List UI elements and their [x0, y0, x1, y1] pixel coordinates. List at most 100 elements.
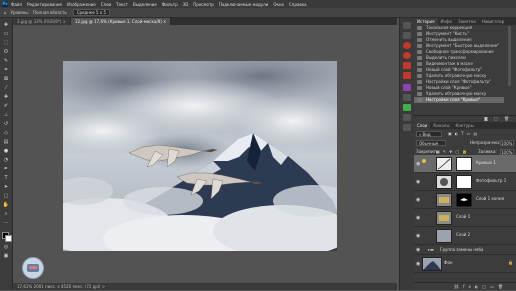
layer-name: Фон	[444, 260, 453, 265]
screen-mode-icon[interactable]: ▣	[2, 253, 10, 259]
visibility-eye-icon[interactable]: ◉	[416, 261, 420, 267]
layer-filter-select[interactable]: ⌕ Вид	[416, 131, 442, 137]
menu-layers[interactable]: Слои	[101, 2, 111, 7]
pen-tool-icon[interactable]: ✒	[2, 166, 10, 172]
tab-layers[interactable]: Слои	[414, 122, 431, 129]
clone-stamp-tool-icon[interactable]: ⊥	[2, 112, 10, 118]
layer-mask-thumbnail[interactable]	[456, 157, 472, 171]
menu-select[interactable]: Выделение	[133, 2, 157, 7]
move-tool-icon[interactable]: ✥	[2, 22, 10, 28]
menu-view[interactable]: Просмотр	[193, 2, 214, 7]
menu-file[interactable]: Файл	[11, 2, 22, 7]
layer-thumbnail	[422, 257, 442, 271]
menu-filter[interactable]: Фильтр	[162, 2, 178, 7]
hand-tool-icon[interactable]: ✋	[2, 202, 10, 208]
type-tool-icon[interactable]: T	[2, 175, 10, 181]
brush-panel-icon[interactable]	[403, 124, 411, 131]
frame-tool-icon[interactable]: ⊠	[2, 76, 10, 82]
history-panel-icon[interactable]	[403, 22, 411, 29]
lasso-tool-icon[interactable]: ʘ	[2, 49, 10, 55]
menu-image[interactable]: Изображение	[67, 2, 96, 7]
brush-tool-icon[interactable]: ✐	[2, 103, 10, 109]
menu-window[interactable]: Окно	[273, 2, 284, 7]
menu-help[interactable]: Справка	[289, 2, 307, 7]
record-icon[interactable]	[403, 42, 411, 49]
dodge-tool-icon[interactable]: ◔	[2, 157, 10, 163]
properties-panel-icon[interactable]	[403, 104, 411, 111]
artboard-tool-icon[interactable]: ▭	[2, 31, 10, 37]
trash-icon[interactable]: 🗑	[504, 116, 509, 121]
layer-filter-icons[interactable]: ▣◐T▭▤	[448, 131, 480, 136]
layer-row-layer1-copy[interactable]: ◉ Слой 1 копия	[414, 191, 516, 209]
info-panel-icon[interactable]	[403, 32, 411, 39]
menu-type[interactable]: Текст	[116, 2, 128, 7]
plugin-icon[interactable]	[403, 62, 411, 69]
menu-plugins[interactable]: Подключаемые модули	[219, 2, 269, 7]
layer-row-curves[interactable]: ◉ Кривые 1	[414, 155, 516, 173]
visibility-eye-icon[interactable]: ◉	[416, 197, 420, 203]
new-document-icon[interactable]: ▢	[494, 116, 498, 121]
visibility-eye-icon[interactable]: ◉	[416, 161, 420, 167]
layers-footer-icons[interactable]: ⛓fx◐▢▭🗑	[414, 282, 516, 290]
path-select-tool-icon[interactable]: ➤	[2, 184, 10, 190]
blend-mode-select[interactable]: Обычные	[416, 140, 446, 146]
tab-history[interactable]: История	[414, 18, 438, 25]
tool-preset-icon[interactable]: ⌂	[4, 10, 7, 15]
zoom-tool-icon[interactable]: ⌕	[2, 211, 10, 217]
layer-row-layer2[interactable]: ◉ Слой 2	[414, 227, 516, 245]
tab-navigator[interactable]: Навигатор	[479, 18, 507, 25]
tab-notes[interactable]: Заметки	[455, 18, 479, 25]
canvas-area[interactable]	[13, 25, 397, 283]
crop-tool-icon[interactable]: ⌗	[2, 67, 10, 73]
folder-icon: ▸▬	[428, 247, 434, 252]
visibility-eye-icon[interactable]: ◉	[416, 179, 420, 185]
layer-row-photofilter[interactable]: ◉ Фотофильтр 1	[414, 173, 516, 191]
record-icon[interactable]	[403, 52, 411, 59]
more-tools-icon[interactable]: ···	[2, 220, 10, 226]
layer-mask-thumbnail[interactable]	[456, 193, 472, 207]
visibility-eye-icon[interactable]: ◉	[416, 233, 420, 239]
history-state-icon	[417, 50, 422, 54]
history-scrollbar[interactable]	[508, 26, 511, 86]
plugin-icon[interactable]	[403, 72, 411, 79]
layer-thumbnail	[436, 193, 452, 207]
layer-mask-thumbnail[interactable]	[456, 175, 472, 189]
layer-row-background[interactable]: ◉ Фон 🔒	[414, 255, 516, 273]
options-bar: ⌂ Уровень: Полная область Среднее 5 x 5	[0, 8, 516, 18]
swatches-panel-icon[interactable]	[403, 94, 411, 101]
snapshot-icon[interactable]: ◙	[484, 116, 488, 121]
tab-document-12[interactable]: 12.jpg @ 17,6% (Кривые 1, Слой-маска/8) …	[70, 18, 172, 25]
opacity-input[interactable]: 100%	[500, 140, 514, 146]
quick-mask-icon[interactable]: ◎	[2, 244, 10, 250]
avatar	[22, 257, 44, 279]
menu-edit[interactable]: Редактирование	[27, 2, 62, 7]
tab-document-3[interactable]: 3.jpg @ 33% (RGB/8*) ×	[13, 18, 71, 25]
tab-paths[interactable]: Контуры	[452, 122, 476, 129]
shape-tool-icon[interactable]: ▢	[2, 193, 10, 199]
visibility-eye-icon[interactable]: ◉	[416, 215, 420, 221]
marquee-tool-icon[interactable]: ⬚	[2, 40, 10, 46]
color-panel-icon[interactable]	[403, 84, 411, 91]
eraser-tool-icon[interactable]: ◇	[2, 130, 10, 136]
quick-select-tool-icon[interactable]: ✎	[2, 58, 10, 64]
layer-row-group[interactable]: ◉ ▸▬ Группа замены неба	[414, 245, 516, 255]
blur-tool-icon[interactable]: ●	[2, 148, 10, 154]
history-item-current[interactable]: Настройки слоя "Кривые"	[414, 97, 504, 103]
sample-size-select[interactable]: Среднее 5 x 5	[72, 9, 111, 16]
background-color-swatch[interactable]	[5, 235, 12, 242]
photoshop-logo-icon: Ps	[2, 1, 8, 7]
tab-channels[interactable]: Каналы	[430, 122, 452, 129]
eyedropper-tool-icon[interactable]: ⁄	[2, 85, 10, 91]
visibility-eye-icon[interactable]: ◉	[416, 247, 420, 253]
healing-brush-tool-icon[interactable]: ✚	[2, 94, 10, 100]
tab-info[interactable]: Инфо	[438, 18, 455, 25]
lock-icons[interactable]: ▦✎✥▢🔒	[436, 149, 470, 154]
history-state-icon	[417, 86, 422, 90]
layer-name: Фотофильтр 1	[476, 178, 507, 183]
history-brush-tool-icon[interactable]: ↺	[2, 121, 10, 127]
adjustments-panel-icon[interactable]	[403, 114, 411, 121]
menu-3d[interactable]: 3D	[183, 2, 189, 7]
gradient-tool-icon[interactable]: ▤	[2, 139, 10, 145]
layer-row-layer1[interactable]: ◉ Слой 1	[414, 209, 516, 227]
document-image[interactable]	[63, 61, 337, 251]
